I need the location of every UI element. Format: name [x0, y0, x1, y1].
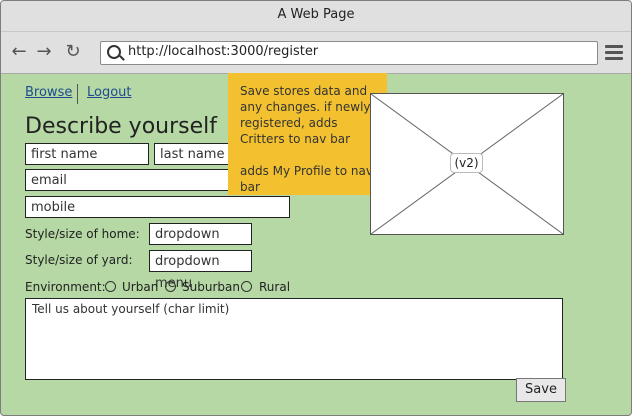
url-text: http://localhost:3000/register	[128, 44, 319, 59]
radio-rural[interactable]	[241, 281, 252, 292]
browser-toolbar: ← → ↻ http://localhost:3000/register	[1, 32, 631, 74]
radio-suburban-label: Suburban	[182, 280, 240, 294]
nav-divider	[77, 84, 78, 104]
note-text-1: Save stores data and any changes. if new…	[240, 84, 371, 146]
annotation-note: Save stores data and any changes. if new…	[228, 73, 387, 195]
window-title: A Web Page	[1, 1, 631, 32]
last-name-field[interactable]: last name	[154, 143, 234, 165]
radio-urban[interactable]	[105, 281, 116, 292]
image-version-label: (v2)	[450, 153, 483, 173]
arrow-right-icon[interactable]: →	[34, 42, 54, 62]
yard-style-dropdown[interactable]: dropdown menu	[149, 250, 252, 291]
mobile-field[interactable]: mobile	[25, 196, 290, 218]
arrow-left-icon[interactable]: ←	[9, 42, 29, 62]
email-field[interactable]: email	[25, 169, 235, 191]
radio-suburban[interactable]	[165, 281, 176, 292]
radio-urban-label: Urban	[122, 280, 159, 294]
page-content: Browse Logout Describe yourself first na…	[1, 73, 631, 415]
browser-window: A Web Page ← → ↻ http://localhost:3000/r…	[0, 0, 632, 416]
home-style-dropdown[interactable]: dropdown menu	[149, 223, 252, 264]
page-title: Describe yourself	[25, 114, 218, 139]
address-bar[interactable]: http://localhost:3000/register	[100, 41, 598, 65]
environment-label: Environment:	[25, 280, 106, 294]
first-name-field[interactable]: first name	[25, 143, 149, 165]
hamburger-icon[interactable]	[605, 45, 623, 61]
save-button[interactable]: Save	[516, 378, 566, 402]
reload-icon[interactable]: ↻	[63, 42, 83, 62]
nav-link-browse[interactable]: Browse	[25, 85, 72, 100]
nav-link-logout[interactable]: Logout	[87, 85, 132, 100]
home-style-label: Style/size of home:	[25, 227, 140, 241]
yard-style-label: Style/size of yard:	[25, 253, 133, 267]
note-text-2: adds My Profile to nav bar	[240, 164, 373, 194]
radio-rural-label: Rural	[259, 280, 291, 294]
about-textarea[interactable]: Tell us about yourself (char limit)	[25, 298, 563, 380]
search-icon	[107, 45, 121, 59]
